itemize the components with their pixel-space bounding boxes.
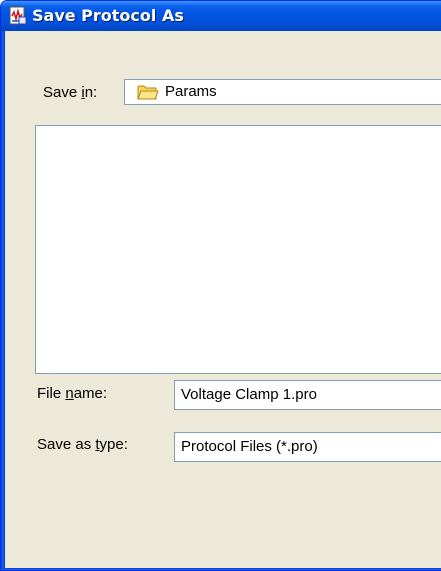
save-as-type-label-prefix: Save as <box>37 436 96 453</box>
file-name-field[interactable]: Voltage Clamp 1.pro <box>174 380 441 410</box>
save-as-type-value: Protocol Files (*.pro) <box>181 438 318 455</box>
save-as-type-label: Save as type: <box>37 436 128 454</box>
file-name-value: Voltage Clamp 1.pro <box>181 386 317 403</box>
save-protocol-dialog: Save Protocol As Save in: Params File na… <box>0 0 441 571</box>
save-as-type-dropdown[interactable]: Protocol Files (*.pro) <box>174 432 441 462</box>
window-title: Save Protocol As <box>32 6 184 25</box>
file-name-label: File name: <box>37 385 107 403</box>
save-in-label-suffix: n: <box>84 84 98 101</box>
save-as-type-label-suffix: ype: <box>99 436 128 453</box>
folder-icon <box>137 85 159 100</box>
file-name-label-prefix: File <box>37 385 66 402</box>
file-name-label-accel: n <box>65 385 74 402</box>
save-in-label: Save in: <box>43 84 97 102</box>
save-in-value: Params <box>165 83 217 100</box>
protocol-file-icon <box>9 6 27 25</box>
file-list-view[interactable] <box>35 125 441 374</box>
file-name-label-suffix: ame: <box>73 385 108 402</box>
save-in-label-prefix: Save <box>43 84 82 101</box>
save-in-dropdown[interactable]: Params <box>124 79 441 105</box>
title-bar[interactable]: Save Protocol As <box>1 1 441 31</box>
